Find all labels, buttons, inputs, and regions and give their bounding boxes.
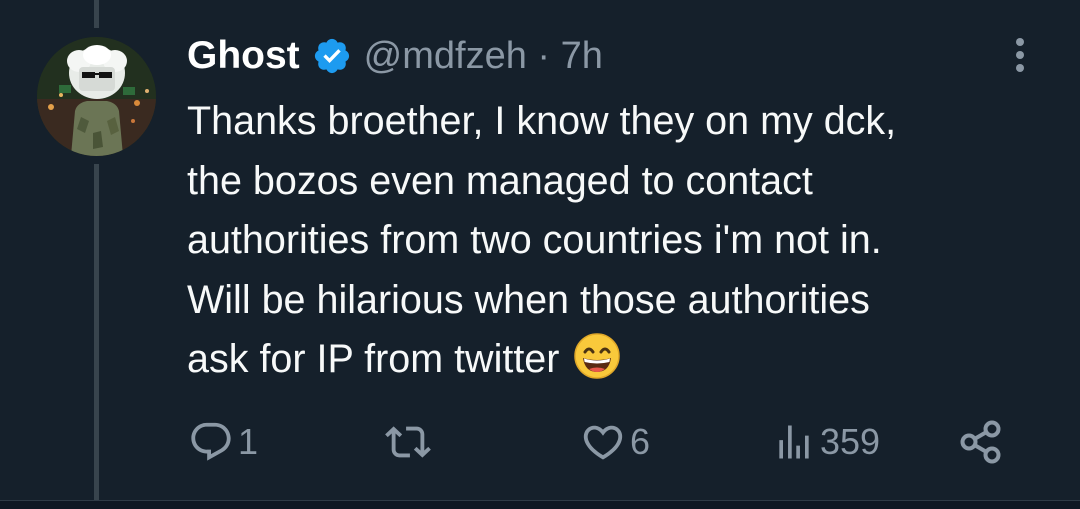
tweet-actions: 1 6 359 [0, 415, 1080, 469]
reply-count: 1 [238, 421, 259, 462]
tweet-header: Ghost @mdfzeh · 7h [187, 31, 603, 81]
share-button[interactable] [958, 415, 1006, 469]
thread-connector-top [94, 0, 99, 28]
grinning-face-emoji [573, 332, 621, 380]
tweet-text: Thanks broether, I know they on my dck, … [187, 92, 1047, 390]
verified-badge-icon [312, 36, 352, 76]
retweet-button[interactable] [384, 415, 436, 469]
avatar-image [37, 37, 156, 156]
tweet-text-line: Will be hilarious when those authorities [187, 277, 870, 322]
tweet-text-line: Thanks broether, I know they on my dck, [187, 99, 897, 143]
like-count: 6 [630, 421, 651, 462]
more-options-icon[interactable] [1008, 36, 1032, 76]
reply-button[interactable]: 1 [188, 415, 258, 469]
tweet-text-line: authorities from two countries i'm not i… [187, 218, 882, 262]
views-count: 359 [820, 421, 881, 462]
tweet[interactable]: Ghost @mdfzeh · 7h Thanks broether, I kn… [0, 0, 1080, 509]
retweet-icon [384, 419, 432, 465]
like-button[interactable]: 6 [580, 415, 650, 469]
heart-icon [580, 419, 626, 465]
tweet-text-line: the bozos even managed to contact [187, 158, 813, 203]
display-name[interactable]: Ghost [187, 34, 300, 78]
handle-and-timestamp[interactable]: @mdfzeh · 7h [364, 35, 603, 78]
views-chart-icon [772, 419, 816, 465]
avatar[interactable] [37, 37, 156, 156]
tweet-divider [0, 500, 1080, 509]
tweet-text-line: ask for IP from twitter [187, 337, 560, 381]
tweet-text-line-last: ask for IP from twitter [187, 330, 1047, 390]
share-icon [958, 418, 1006, 466]
views-button[interactable]: 359 [772, 415, 880, 469]
reply-icon [188, 419, 234, 465]
